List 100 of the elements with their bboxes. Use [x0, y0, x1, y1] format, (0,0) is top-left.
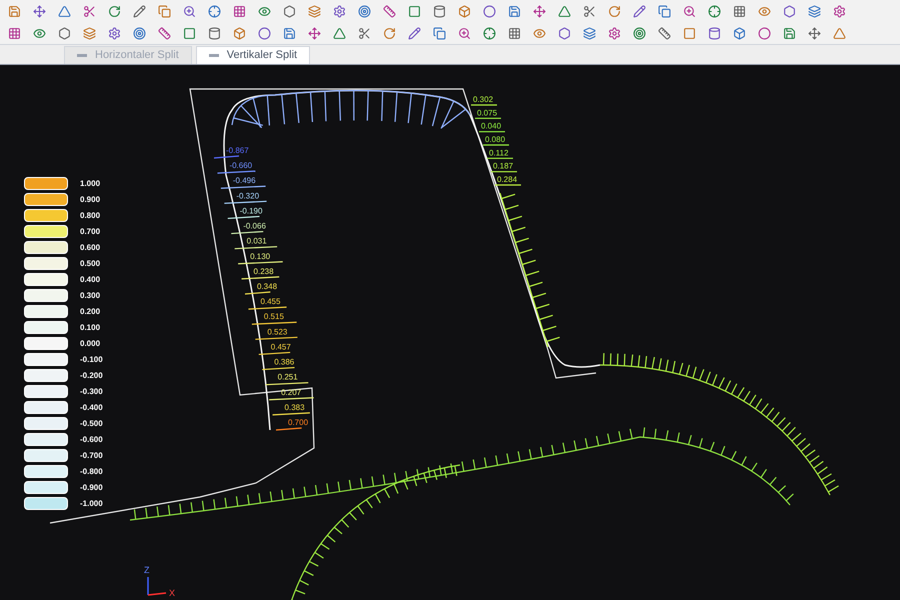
measurement-label: 0.130	[250, 252, 270, 261]
move-icon	[532, 4, 546, 18]
axis-label: X	[169, 588, 176, 598]
legend-label: 0.200	[80, 306, 100, 318]
axis-triad	[147, 577, 166, 596]
legend-label: -1.000	[80, 498, 103, 510]
circle-icon	[482, 4, 496, 18]
measurement-label: 0.348	[257, 282, 278, 291]
triangle-icon	[332, 26, 346, 40]
measurement-label: 0.515	[264, 312, 284, 322]
circle-icon	[258, 26, 270, 40]
legend-label: 1.000	[80, 178, 100, 190]
measurement-label: 0.040	[481, 122, 502, 131]
legend-label: 0.600	[80, 242, 100, 254]
grid-icon	[732, 4, 746, 18]
legend-label: 0.700	[80, 226, 100, 238]
measurement-label: -0.660	[229, 161, 252, 170]
eye-icon	[32, 26, 46, 40]
target-icon	[632, 26, 646, 40]
legend-label: 0.500	[80, 258, 100, 270]
measurement-label: 0.700	[288, 418, 308, 427]
measurement-label: 0.383	[284, 402, 305, 412]
ruler-icon	[658, 26, 670, 40]
zoom-in-icon	[458, 26, 470, 40]
settings-icon	[832, 4, 846, 18]
measurement-label: -0.066	[243, 222, 266, 231]
measurement-line	[471, 104, 497, 106]
save-icon	[508, 4, 520, 18]
measurement-line	[495, 184, 521, 186]
axis-label: Z	[144, 565, 150, 575]
target-icon	[132, 26, 146, 40]
tab[interactable]: Vertikaler Split	[196, 46, 310, 64]
pencil-icon	[408, 26, 420, 40]
target-icon	[358, 4, 370, 18]
move-icon	[32, 4, 46, 18]
measurement-line	[487, 158, 513, 159]
save-icon	[782, 26, 796, 40]
copy-icon	[432, 26, 446, 40]
measurement-label: 0.075	[477, 108, 498, 118]
hexagon-icon	[58, 26, 70, 40]
crosshair-icon	[208, 4, 220, 18]
ruler-icon	[158, 26, 170, 40]
hexagon-icon	[782, 4, 796, 18]
square-icon	[182, 26, 196, 40]
legend-label: -0.300	[80, 386, 103, 398]
measurement-label: 0.251	[278, 372, 298, 382]
grid-icon	[508, 26, 520, 40]
move-icon	[808, 26, 820, 40]
legend-label: 0.100	[80, 322, 100, 334]
legend-label: 0.000	[80, 338, 100, 350]
measurement-line	[479, 131, 505, 132]
square-icon	[682, 26, 696, 40]
eye-icon	[758, 4, 770, 18]
save-icon	[8, 4, 20, 18]
legend-label: -0.700	[80, 450, 103, 462]
rotate-icon	[608, 4, 620, 18]
legend-label: -0.600	[80, 434, 103, 446]
triangle-icon	[832, 26, 846, 40]
copy-icon	[658, 4, 670, 18]
grid-icon	[232, 4, 246, 18]
measurement-label: -0.190	[240, 206, 262, 216]
pencil-icon	[132, 4, 146, 18]
measurement-line	[483, 144, 509, 146]
measurement-label: -0.867	[226, 146, 249, 155]
ruler-icon	[382, 4, 396, 18]
measurement-label: 0.207	[281, 388, 302, 397]
settings-icon	[108, 26, 120, 40]
save-icon	[282, 26, 296, 40]
eye-icon	[258, 4, 270, 18]
rotate-icon	[382, 26, 396, 40]
zoom-in-icon	[682, 4, 696, 18]
legend-label: -0.200	[80, 370, 103, 382]
measurement-label: 0.302	[473, 95, 494, 104]
rotate-icon	[108, 4, 120, 18]
measurement-label: 0.238	[254, 266, 274, 276]
move-icon	[308, 26, 320, 40]
crosshair-icon	[708, 4, 720, 18]
measurement-label: -0.320	[236, 191, 260, 200]
measurement-label: 0.187	[493, 162, 514, 171]
measurement-label: 0.457	[270, 342, 291, 352]
square-icon	[408, 4, 420, 18]
copy-icon	[158, 4, 170, 18]
layers-icon	[808, 4, 820, 18]
triangle-icon	[558, 4, 570, 18]
cylinder-icon	[208, 26, 220, 40]
scissors-icon	[82, 4, 96, 18]
measurement-label: 0.031	[246, 236, 267, 246]
legend-label: 0.400	[80, 274, 100, 286]
cube-icon	[232, 26, 246, 40]
triangle-icon	[58, 4, 70, 18]
layers-icon	[308, 4, 320, 18]
settings-icon	[608, 26, 620, 40]
legend-label: -0.100	[80, 354, 103, 366]
measurement-label: 0.080	[485, 135, 506, 144]
eye-icon	[532, 26, 546, 40]
legend-label: -0.900	[80, 482, 103, 494]
measurement-line	[475, 118, 501, 119]
scissors-icon	[358, 26, 370, 40]
scissors-icon	[582, 4, 596, 18]
legend-label: -0.800	[80, 466, 103, 478]
